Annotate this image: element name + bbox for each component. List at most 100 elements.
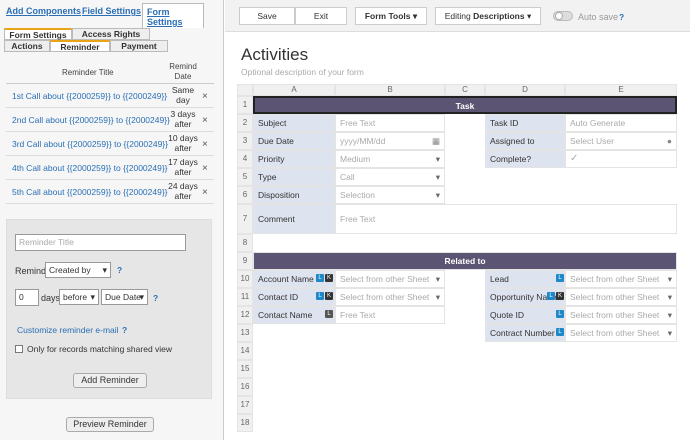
form-title[interactable]: Activities [241,45,308,65]
help-icon[interactable]: ? [153,293,158,303]
type-select[interactable]: Call [335,168,445,186]
section-related[interactable]: Related to [253,252,677,270]
reminder-link[interactable]: 3rd Call about {{2000259}} to {{2000249}… [12,139,168,149]
header-remind-date: Remind Date [169,62,197,81]
column-header[interactable]: B [335,84,445,96]
subtab-reminder[interactable]: Reminder [50,40,110,52]
subject-field[interactable]: Free Text [335,114,445,132]
field-label-comment[interactable]: Comment [253,204,335,234]
reminder-link[interactable]: 4th Call about {{2000259}} to {{2000249}… [12,163,168,173]
close-icon[interactable]: × [202,187,208,198]
field-label-opportunity-name[interactable]: Opportunity Name L K [485,288,565,306]
field-label-lead[interactable]: Lead L [485,270,565,288]
remind-select[interactable]: Created by [45,262,111,278]
subtab-actions[interactable]: Actions [4,40,50,52]
row-header: 17 [237,396,253,414]
help-icon[interactable]: ? [619,12,624,22]
contact-id-label: Contact ID [258,292,299,302]
contract-number-select[interactable]: Select from other Sheet [565,324,677,342]
due-date-field[interactable]: yyyy/MM/dd ▦ [335,132,445,150]
field-label-due-date[interactable]: Due Date [253,132,335,150]
complete-checkbox[interactable]: ✓ [565,150,677,168]
column-header[interactable]: A [253,84,335,96]
remind-label: Remind [15,266,47,276]
add-reminder-button[interactable]: Add Reminder [73,373,147,388]
field-label-type[interactable]: Type [253,168,335,186]
exit-button[interactable]: Exit [295,7,347,25]
help-icon[interactable]: ? [117,265,122,275]
field-label-complete[interactable]: Complete? [485,150,565,168]
row-header: 10 [237,270,253,288]
field-label-disposition[interactable]: Disposition [253,186,335,204]
editing-menu[interactable]: Editing Descriptions ▾ [435,7,541,25]
close-icon[interactable]: × [202,163,208,174]
subtab-access-rights[interactable]: Access Rights [72,28,150,40]
priority-select[interactable]: Medium [335,150,445,168]
comment-field[interactable]: Free Text [335,204,677,234]
column-header[interactable]: C [445,84,485,96]
field-label-priority[interactable]: Priority [253,150,335,168]
reminder-link[interactable]: 1st Call about {{2000259}} to {{2000249}… [12,91,167,101]
reminder-table-header: Reminder Title Remind Date [6,60,214,84]
caret-down-icon: ▾ [412,11,418,21]
link-badge-icon: L [316,292,324,300]
form-description[interactable]: Optional description of your form [241,67,364,77]
assigned-to-field[interactable]: Select User ● [565,132,677,150]
account-name-label: Account Name [258,274,314,284]
only-matching-checkbox[interactable] [15,345,23,353]
subtabs-row1: Form Settings Access Rights [4,28,218,40]
field-label-contact-id[interactable]: Contact ID L K [253,288,335,306]
tab-add-components[interactable]: Add Components [6,6,81,16]
reminder-link[interactable]: 5th Call about {{2000259}} to {{2000249}… [12,187,168,197]
date-select[interactable]: Due Date [101,289,148,305]
help-icon[interactable]: ? [122,325,127,335]
days-input[interactable]: 0 [15,289,39,306]
field-label-account-name[interactable]: Account Name L K [253,270,335,288]
column-header[interactable]: D [485,84,565,96]
field-label-quote-id[interactable]: Quote ID L [485,306,565,324]
tab-form-settings[interactable]: Form Settings [142,3,204,28]
close-icon[interactable]: × [202,115,208,126]
close-icon[interactable]: × [202,91,208,102]
quote-id-select[interactable]: Select from other Sheet [565,306,677,324]
preview-reminder-button[interactable]: Preview Reminder [66,417,154,432]
contract-number-label: Contract Number [490,328,555,338]
disposition-select[interactable]: Selection [335,186,445,204]
contact-id-select[interactable]: Select from other Sheet [335,288,445,306]
form-editor: Save Exit Form Tools ▾ Editing Descripti… [225,0,690,440]
link-badge-icon: L [556,274,564,282]
task-id-field[interactable]: Auto Generate [565,114,677,132]
section-task[interactable]: Task [253,96,677,114]
calendar-icon[interactable]: ▦ [432,133,440,149]
reminder-link[interactable]: 2nd Call about {{2000259}} to {{2000249}… [12,115,170,125]
contact-name-label: Contact Name [258,310,313,320]
save-button[interactable]: Save [239,7,295,25]
form-tools-menu[interactable]: Form Tools ▾ [355,7,427,25]
field-label-contact-name[interactable]: Contact Name L [253,306,335,324]
editing-value: Descriptions [473,11,525,21]
form-tools-label: Form Tools [364,11,411,21]
subtab-payment[interactable]: Payment [110,40,168,52]
reminder-title-input[interactable]: Reminder Title [15,234,186,251]
column-header[interactable]: E [565,84,677,96]
subtab-form-settings[interactable]: Form Settings [4,28,72,40]
key-badge-icon: K [325,292,333,300]
field-label-subject[interactable]: Subject [253,114,335,132]
lead-select[interactable]: Select from other Sheet [565,270,677,288]
row-header: 16 [237,378,253,396]
opportunity-name-select[interactable]: Select from other Sheet [565,288,677,306]
account-name-select[interactable]: Select from other Sheet [335,270,445,288]
row-header: 18 [237,414,253,432]
before-select[interactable]: before [59,289,99,305]
tab-field-settings[interactable]: Field Settings [82,6,141,16]
field-label-assigned-to[interactable]: Assigned to [485,132,565,150]
contact-name-field[interactable]: Free Text [335,306,445,324]
field-label-contract-number[interactable]: Contract Number L [485,324,565,342]
field-label-task-id[interactable]: Task ID [485,114,565,132]
autosave-toggle[interactable] [553,11,573,21]
table-row: 4th Call about {{2000259}} to {{2000249}… [6,156,214,180]
customize-email-link[interactable]: Customize reminder e-mail [17,325,119,335]
reminder-when: 3 days after [170,109,196,129]
close-icon[interactable]: × [202,139,208,150]
row-header: 12 [237,306,253,324]
